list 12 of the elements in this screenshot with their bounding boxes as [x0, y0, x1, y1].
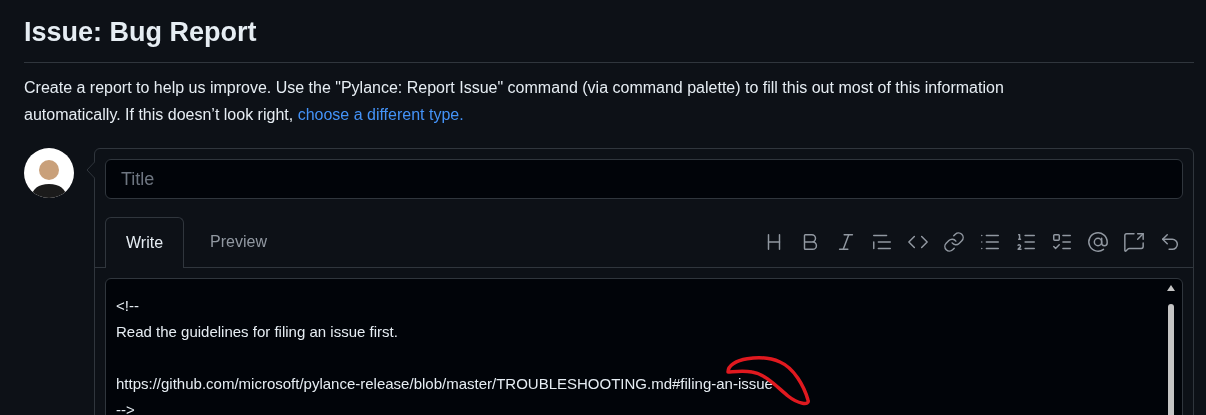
link-icon[interactable]: [943, 231, 965, 253]
editor-tab[interactable]: Preview: [184, 217, 293, 267]
editor-tab[interactable]: Write: [105, 217, 185, 268]
mention-icon[interactable]: [1087, 231, 1109, 253]
page-heading: Issue: Bug Report: [24, 16, 257, 49]
body-field[interactable]: <!-- Read the guidelines for filing an issue first. https://github.com/microsoft/pylance-release/blob/master/TROUBLESHOOTING.md#filing-an-issue -->: [105, 278, 1183, 415]
reference-icon[interactable]: [1123, 231, 1145, 253]
reply-icon[interactable]: [1159, 231, 1181, 253]
title-field[interactable]: Title: [105, 159, 1183, 199]
numbered-list-icon[interactable]: [1015, 231, 1037, 253]
description-text: Create a report to help us improve. Use the "Pylance: Report Issue" command (via command palette) to fill this out most of this information automatically. If this doesn’t look right, choose a different type.: [24, 78, 1005, 125]
choose-type-link[interactable]: choose a different type.: [297, 106, 464, 123]
